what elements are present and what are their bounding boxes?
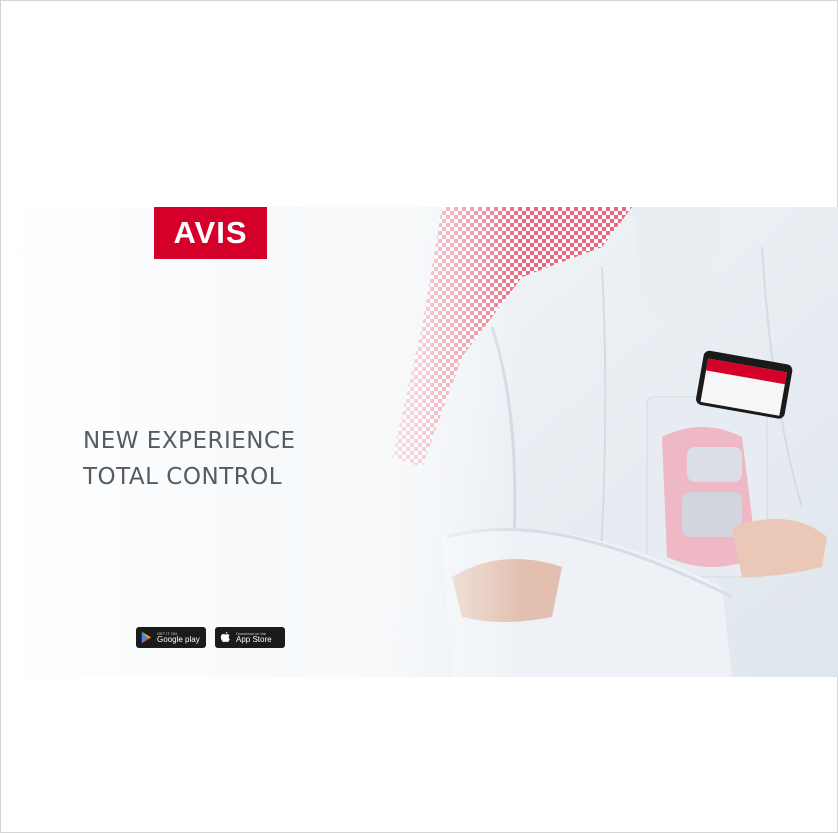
app-store-badge[interactable]: Download on the App Store (215, 627, 285, 648)
avis-logo[interactable]: AVIS (154, 207, 267, 259)
google-play-label: Google play (157, 634, 200, 644)
headline-line-1: NEW EXPERIENCE (83, 428, 296, 454)
apple-icon (220, 631, 230, 643)
app-store-label: App Store (236, 634, 272, 644)
google-play-icon (141, 631, 152, 644)
headline-line-2: TOTAL CONTROL (83, 464, 283, 490)
hero-banner: AVIS NEW EXPERIENCE TOTAL CONTROL GET IT… (2, 207, 838, 677)
google-play-badge[interactable]: GET IT ON Google play (136, 627, 206, 648)
hero-headline: NEW EXPERIENCE TOTAL CONTROL (83, 423, 296, 495)
page-frame: AVIS NEW EXPERIENCE TOTAL CONTROL GET IT… (0, 0, 838, 833)
